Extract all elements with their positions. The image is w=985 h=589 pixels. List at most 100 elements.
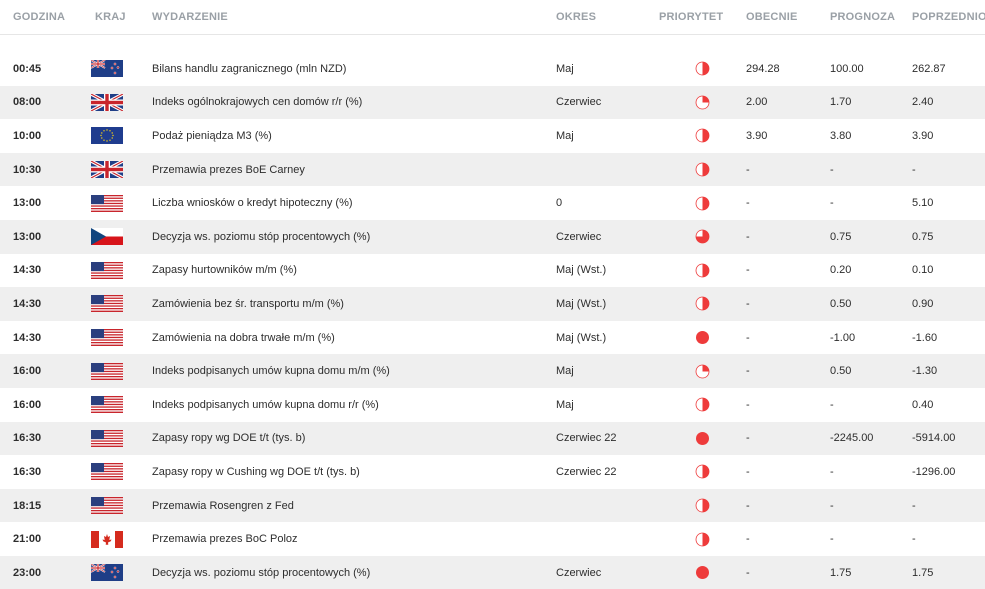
header-period[interactable]: OKRES bbox=[556, 11, 659, 23]
calendar-row[interactable]: 13:00 Liczba wniosków o kredyt hipoteczny… bbox=[0, 186, 985, 220]
event-previous: 3.90 bbox=[912, 129, 934, 142]
flag-us-icon bbox=[91, 362, 123, 380]
event-name[interactable]: Decyzja ws. poziomu stóp procentowych (%… bbox=[152, 231, 556, 243]
event-actual: - bbox=[746, 533, 750, 546]
event-actual: - bbox=[746, 465, 750, 478]
header-forecast[interactable]: PROGNOZA bbox=[830, 11, 912, 23]
event-actual: - bbox=[746, 297, 750, 310]
event-name[interactable]: Zapasy ropy wg DOE t/t (tys. b) bbox=[152, 432, 556, 444]
priority-medium-icon bbox=[695, 196, 710, 211]
event-name[interactable]: Bilans handlu zagranicznego (mln NZD) bbox=[152, 63, 556, 75]
event-name[interactable]: Zamówienia bez śr. transportu m/m (%) bbox=[152, 298, 556, 310]
event-time: 16:00 bbox=[13, 365, 42, 378]
calendar-row[interactable]: 14:30 Zapasy hurtowników m/m (%) Maj (Wst.… bbox=[0, 254, 985, 288]
event-forecast: - bbox=[830, 163, 834, 176]
event-time: 23:00 bbox=[13, 566, 42, 579]
event-previous: 2.40 bbox=[912, 96, 934, 109]
calendar-row[interactable]: 16:30 Zapasy ropy wg DOE t/t (tys. b) Czer… bbox=[0, 421, 985, 456]
calendar-row[interactable]: 13:00 Decyzja ws. poziomu stóp procentowy… bbox=[0, 219, 985, 254]
calendar-row[interactable]: 08:00 Indeks ogólnokrajowych cen domów r/… bbox=[0, 85, 985, 120]
event-name[interactable]: Indeks ogólnokrajowych cen domów r/r (%) bbox=[152, 96, 556, 108]
event-forecast: 3.80 bbox=[830, 129, 852, 142]
event-name[interactable]: Przemawia prezes BoC Poloz bbox=[152, 533, 556, 545]
priority-mediumhigh-icon bbox=[695, 229, 710, 244]
event-period: Maj bbox=[556, 365, 574, 378]
event-period: Czerwiec 22 bbox=[556, 465, 617, 478]
calendar-row[interactable]: 18:15 Przemawia Rosengren z Fed - - - bbox=[0, 488, 985, 523]
priority-medium-icon bbox=[695, 263, 710, 278]
event-name[interactable]: Zamówienia na dobra trwałe m/m (%) bbox=[152, 332, 556, 344]
event-forecast: - bbox=[830, 533, 834, 546]
calendar-row[interactable]: 10:00 Podaż pieniądza M3 (%) Maj 3.90 3.80 3.… bbox=[0, 119, 985, 153]
event-priority bbox=[659, 196, 746, 211]
event-name[interactable]: Indeks podpisanych umów kupna domu r/r (… bbox=[152, 399, 556, 411]
event-actual: 3.90 bbox=[746, 129, 768, 142]
event-name[interactable]: Indeks podpisanych umów kupna domu m/m (… bbox=[152, 365, 556, 377]
event-previous: 0.90 bbox=[912, 297, 934, 310]
priority-medium-icon bbox=[695, 498, 710, 513]
calendar-row[interactable]: 14:30 Zamówienia bez śr. transportu m/m (… bbox=[0, 287, 985, 321]
header-actual[interactable]: OBECNIE bbox=[746, 11, 830, 23]
event-priority bbox=[659, 263, 746, 278]
country-flag bbox=[91, 530, 152, 548]
priority-high-icon bbox=[696, 331, 709, 345]
calendar-row[interactable]: 16:00 Indeks podpisanych umów kupna domu … bbox=[0, 354, 985, 388]
event-time: 08:00 bbox=[13, 96, 42, 109]
event-name[interactable]: Zapasy ropy w Cushing wg DOE t/t (tys. b… bbox=[152, 466, 556, 478]
header-country[interactable]: KRAJ bbox=[91, 11, 152, 23]
event-previous: 5.10 bbox=[912, 197, 934, 210]
event-actual: - bbox=[746, 264, 750, 277]
flag-eu-icon bbox=[91, 127, 123, 145]
header-event[interactable]: WYDARZENIE bbox=[152, 11, 556, 23]
priority-medium-icon bbox=[695, 297, 710, 311]
country-flag bbox=[91, 564, 152, 582]
event-priority bbox=[659, 532, 746, 547]
calendar-row[interactable]: 00:45 Bilans handlu zagranicznego (mln NZ… bbox=[0, 52, 985, 86]
event-actual: - bbox=[746, 398, 750, 411]
event-forecast: 1.70 bbox=[830, 96, 852, 109]
flag-us-icon bbox=[91, 429, 123, 447]
event-actual: - bbox=[746, 230, 750, 243]
flag-us-icon bbox=[91, 295, 123, 313]
priority-high-icon bbox=[696, 566, 709, 580]
event-forecast: - bbox=[830, 398, 834, 411]
event-name[interactable]: Decyzja ws. poziomu stóp procentowych (%… bbox=[152, 567, 556, 579]
event-previous: -1296.00 bbox=[912, 465, 956, 478]
calendar-row[interactable]: 23:00 Decyzja ws. poziomu stóp procentowy… bbox=[0, 555, 985, 589]
event-time: 00:45 bbox=[13, 62, 42, 75]
event-time: 14:30 bbox=[13, 297, 42, 310]
country-flag bbox=[91, 261, 152, 279]
header-previous[interactable]: POPRZEDNIO bbox=[912, 11, 985, 23]
event-name[interactable]: Przemawia prezes BoE Carney bbox=[152, 164, 556, 176]
flag-nz-icon bbox=[91, 60, 123, 78]
event-time: 16:30 bbox=[13, 432, 42, 445]
event-name[interactable]: Zapasy hurtowników m/m (%) bbox=[152, 264, 556, 276]
event-actual: - bbox=[746, 331, 750, 344]
event-priority bbox=[659, 162, 746, 177]
country-flag bbox=[91, 127, 152, 145]
event-name[interactable]: Podaż pieniądza M3 (%) bbox=[152, 130, 556, 142]
event-period: Maj bbox=[556, 62, 574, 75]
event-forecast: - bbox=[830, 465, 834, 478]
country-flag bbox=[91, 396, 152, 414]
calendar-rows: 00:45 Bilans handlu zagranicznego (mln NZ… bbox=[0, 52, 985, 589]
header-time[interactable]: GODZINA bbox=[0, 11, 91, 23]
calendar-row[interactable]: 14:30 Zamówienia na dobra trwałe m/m (%) M… bbox=[0, 321, 985, 355]
flag-us-icon bbox=[91, 329, 123, 347]
event-time: 13:00 bbox=[13, 230, 42, 243]
event-period: Maj (Wst.) bbox=[556, 331, 607, 344]
event-name[interactable]: Liczba wniosków o kredyt hipoteczny (%) bbox=[152, 197, 556, 209]
calendar-row[interactable]: 10:30 Przemawia prezes BoE Carney - - - bbox=[0, 152, 985, 187]
event-previous: - bbox=[912, 499, 916, 512]
country-flag bbox=[91, 194, 152, 212]
event-period: 0 bbox=[556, 197, 563, 210]
calendar-row[interactable]: 21:00 Przemawia prezes BoC Poloz - - - bbox=[0, 522, 985, 556]
calendar-row[interactable]: 16:30 Zapasy ropy w Cushing wg DOE t/t (t… bbox=[0, 455, 985, 489]
event-previous: - bbox=[912, 163, 916, 176]
event-name[interactable]: Przemawia Rosengren z Fed bbox=[152, 500, 556, 512]
event-forecast: 0.50 bbox=[830, 297, 852, 310]
event-actual: - bbox=[746, 365, 750, 378]
calendar-row[interactable]: 16:00 Indeks podpisanych umów kupna domu … bbox=[0, 388, 985, 422]
header-priority[interactable]: PRIORYTET bbox=[659, 11, 746, 23]
flag-us-icon bbox=[91, 463, 123, 481]
